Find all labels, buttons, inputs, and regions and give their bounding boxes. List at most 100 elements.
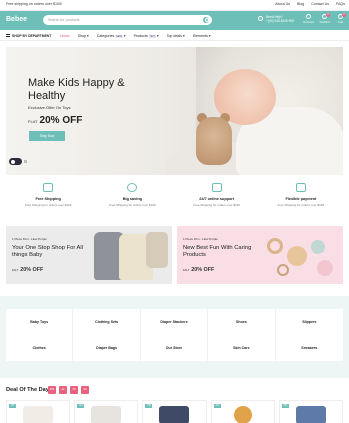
nav-item-shop[interactable]: Shop ▾ (78, 34, 89, 38)
timer-seconds: 24 (81, 386, 89, 394)
nav-item-label: Products (133, 33, 148, 38)
slider-autoplay-toggle[interactable] (9, 158, 22, 165)
product-image (159, 406, 190, 423)
promo-tag: 1 Piece Film - Lilac Purple (183, 237, 218, 241)
cart-button[interactable]: 0 Cart (335, 13, 346, 27)
deal-products-row: -5% -5% -5% -5% -5% (6, 400, 344, 423)
hero-offer: Exclusive Offer On Toys (28, 105, 71, 110)
feature-subtitle: Free Shipping for orders over $199 (24, 203, 72, 207)
product-image (233, 406, 252, 423)
product-card[interactable]: -5% (142, 400, 207, 423)
support-icon (211, 183, 222, 192)
site-logo[interactable]: Bebee (6, 16, 27, 23)
feature-item: Flexible payment Free Shipping for order… (259, 183, 343, 215)
category-baby-toys[interactable]: Baby Toys (6, 309, 74, 335)
promo-flat-value: 20% OFF (191, 267, 215, 273)
wooden-toy-image (317, 260, 333, 276)
department-label: SHOP BY DEPARTMENT (12, 33, 52, 38)
about-us-link[interactable]: About Us (275, 2, 290, 6)
card-icon (295, 183, 306, 192)
category-shoes[interactable]: Shoes (208, 309, 276, 335)
feature-subtitle: Free Shipping for orders over $199 (277, 203, 325, 207)
feature-item: 24/7 online support Free Shipping for or… (175, 183, 259, 215)
shop-by-department-button[interactable]: SHOP BY DEPARTMENT (6, 34, 51, 38)
feature-title: Free Shipping (35, 197, 61, 201)
piggy-bank-icon (127, 183, 138, 192)
new-badge: NEW (115, 34, 123, 38)
timer-minutes: 30 (70, 386, 78, 394)
truck-icon (43, 183, 54, 192)
user-icon (306, 14, 311, 19)
hero-banner: Make Kids Happy & Healthy Exclusive Offe… (6, 47, 343, 175)
hero-discount: FLAT 20% OFF (28, 115, 82, 126)
promo-banner-clothes[interactable]: 1 Piece Film - Lilac Purple Your One Sto… (6, 226, 172, 284)
nav-item-products[interactable]: Products HOT ▾ (134, 34, 159, 38)
product-card[interactable]: -5% (210, 400, 275, 423)
flat-prefix: FLAT (28, 119, 38, 124)
product-image (91, 406, 122, 423)
wooden-toy-image (311, 240, 325, 254)
promo-flat-value: 20% OFF (20, 267, 44, 273)
discount-badge: -5% (145, 404, 153, 408)
product-image (23, 406, 53, 423)
promo-flat-prefix: FALT (183, 268, 190, 272)
main-header: Bebee Search for products Need Help? +(0… (0, 11, 349, 30)
hero-headline: Make Kids Happy & Healthy (28, 77, 125, 102)
category-clothing-sets[interactable]: Clothing Sets (73, 309, 141, 335)
promo-headline: New Best Fun With Caring Products (183, 245, 252, 258)
shop-now-button[interactable]: Shop Now (29, 131, 65, 141)
account-button[interactable]: Account (303, 14, 314, 27)
feature-title: Big saving (122, 197, 142, 201)
top-links: About Us Blog Contact Us FAQs (275, 2, 345, 6)
category-slippers[interactable]: Slippers (276, 309, 343, 335)
wooden-toy-image (287, 246, 307, 266)
discount-badge: -5% (77, 404, 85, 408)
promo-banner-toys[interactable]: 1 Piece Film - Lilac Purple New Best Fun… (177, 226, 343, 284)
feature-subtitle: Free Shipping for orders over $199 (109, 203, 156, 207)
teddy-bear-image (196, 117, 232, 165)
promo-tag: 1 Piece Film - Lilac Purple (12, 237, 47, 241)
blog-link[interactable]: Blog (297, 2, 304, 6)
contact-us-link[interactable]: Contact Us (311, 2, 329, 6)
nav-item-home[interactable]: Home (60, 34, 70, 38)
promo-flat-prefix: FALT (12, 268, 19, 272)
slider-dot[interactable] (24, 160, 27, 163)
category-diaper-stackers[interactable]: Diaper Stackers (141, 309, 209, 335)
feature-title: Flexible payment (285, 197, 317, 201)
nav-item-label: Categories (96, 33, 115, 38)
feature-title: 24/7 online support (199, 197, 235, 201)
nav-item-elements[interactable]: Elements ▾ (193, 34, 211, 38)
search-input[interactable]: Search for products (48, 18, 79, 22)
wooden-toy-image (267, 238, 283, 254)
feature-item: Free Shipping Free Shipping for orders o… (6, 183, 90, 215)
category-diaper-bags[interactable]: Diaper Bags (73, 335, 141, 361)
category-our-store[interactable]: Our Store (141, 335, 209, 361)
discount-badge: -5% (9, 404, 16, 408)
hot-badge: HOT (148, 34, 156, 38)
product-card[interactable]: -5% (6, 400, 71, 423)
nav-menu: Home Shop ▾ Categories NEW ▾ Products HOT … (60, 34, 211, 38)
promo-discount: FALT 20% OFF (12, 267, 43, 273)
product-card[interactable]: -5% (278, 400, 344, 423)
wishlist-button[interactable]: 0 Wishlist (319, 13, 330, 27)
wishlist-label: Wishlist (319, 20, 330, 24)
feature-subtitle: Free Shipping for orders over $199 (193, 203, 240, 207)
deal-countdown-timer: 365 22 30 24 (48, 386, 89, 394)
product-image (295, 406, 326, 423)
search-icon[interactable] (203, 17, 209, 23)
wooden-toy-image (277, 264, 289, 276)
categories-grid: Baby Toys Clothing Sets Diaper Stackers … (6, 309, 343, 361)
category-clothes[interactable]: Clothes (6, 335, 74, 361)
faqs-link[interactable]: FAQs (336, 2, 345, 6)
main-nav: SHOP BY DEPARTMENT Home Shop ▾ Categorie… (0, 30, 349, 41)
help-contact: Need Help? +(00) 245 4545 995 (258, 15, 294, 23)
product-card[interactable]: -5% (74, 400, 139, 423)
baby-outfit-image (146, 232, 168, 268)
search-bar[interactable]: Search for products (43, 15, 212, 25)
nav-item-categories[interactable]: Categories NEW ▾ (97, 34, 126, 38)
category-skin-care[interactable]: Skin Care (208, 335, 276, 361)
nav-item-label: Top deals (166, 33, 183, 38)
promo-discount: FALT 20% OFF (183, 267, 214, 273)
category-sneakers[interactable]: Sneakers (276, 335, 343, 361)
nav-item-top-deals[interactable]: Top deals ▾ (167, 34, 185, 38)
